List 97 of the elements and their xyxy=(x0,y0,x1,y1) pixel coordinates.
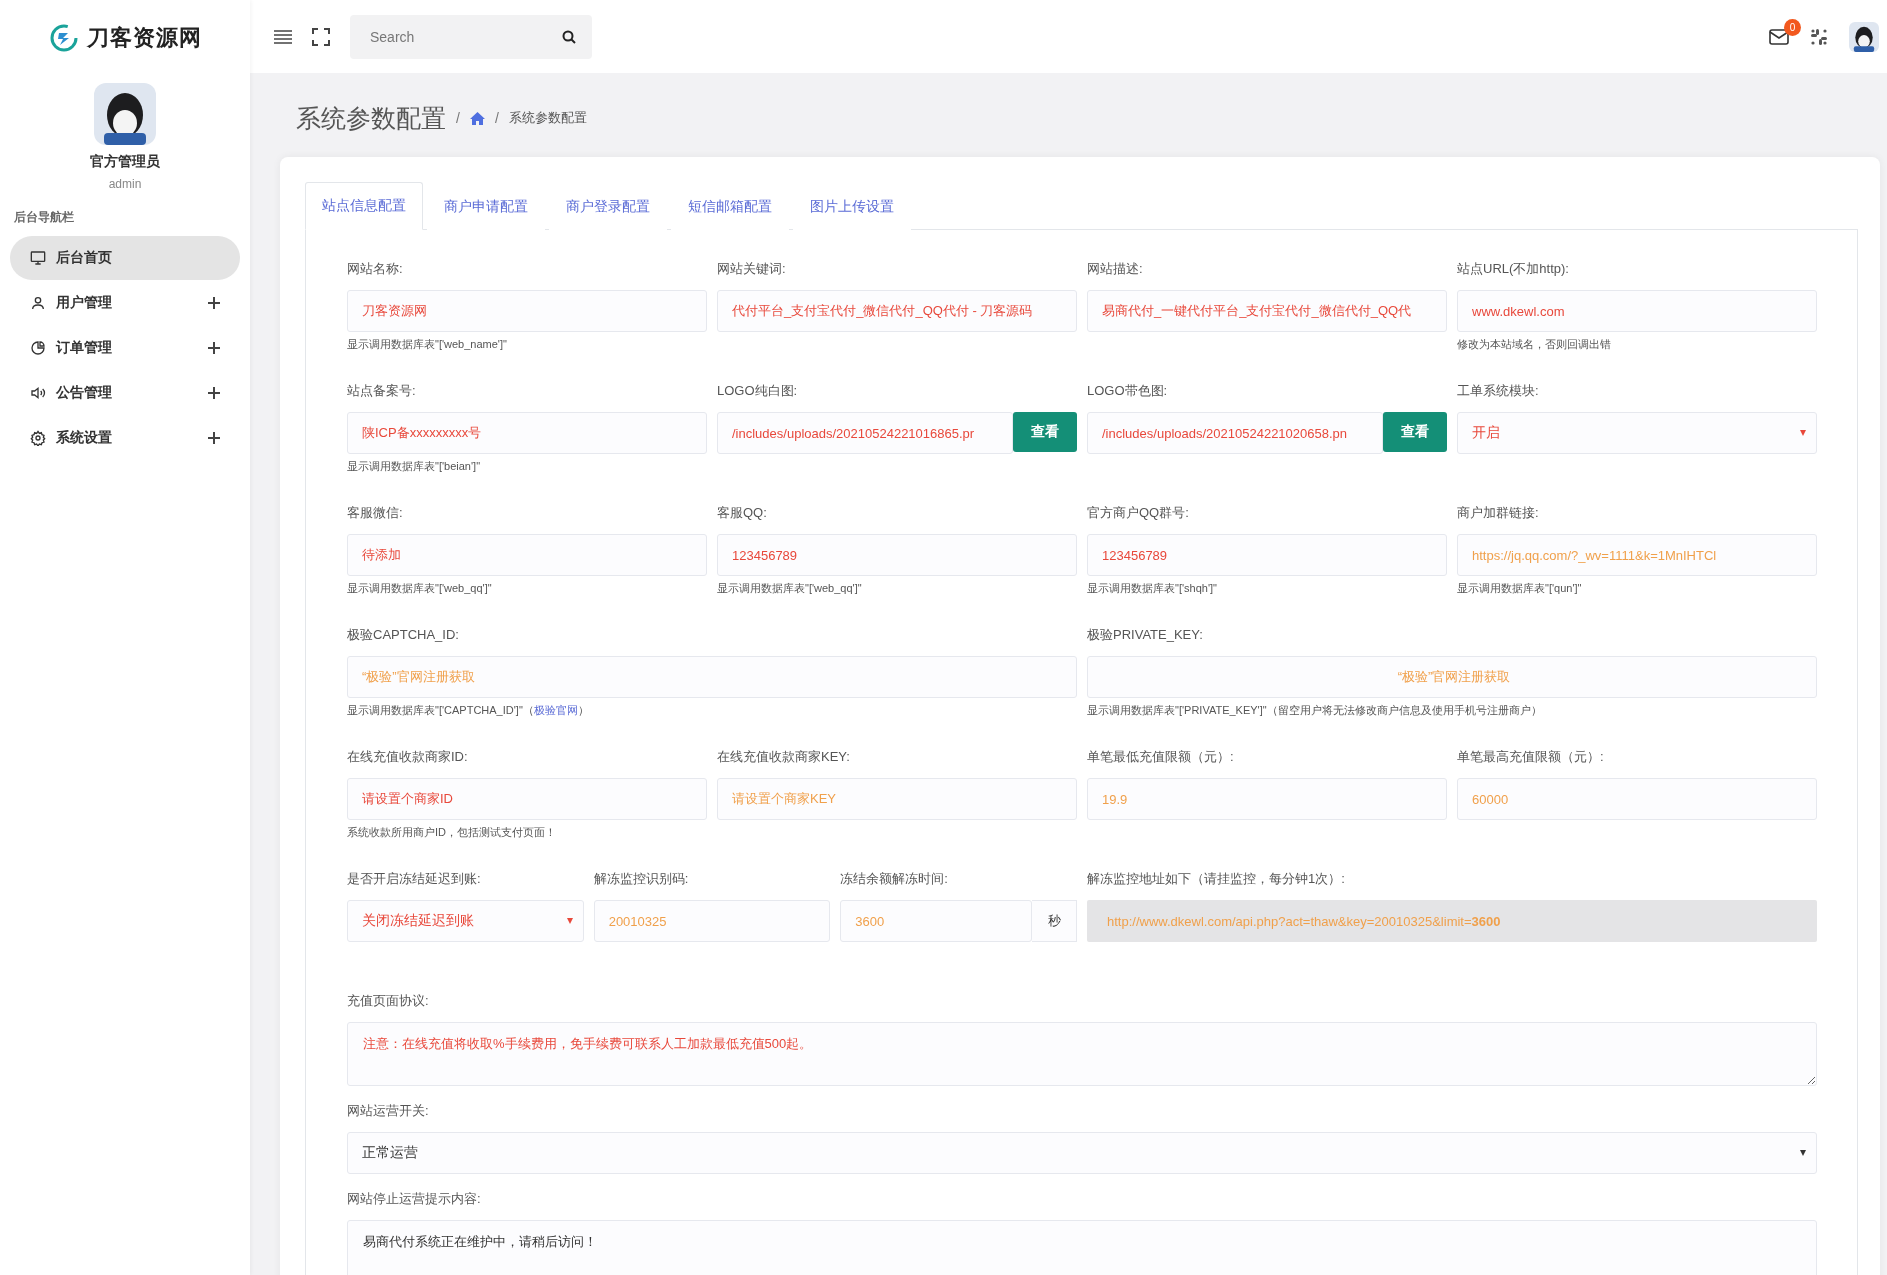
tab[interactable]: 站点信息配置 xyxy=(305,182,423,230)
text-field[interactable]: 待添加 xyxy=(347,534,707,576)
help-text: 显示调用数据库表"['PRIVATE_KEY']"（留空用户将无法修改商户信息及使用手机号注册商户） xyxy=(1087,703,1543,718)
text-field[interactable]: https://jq.qq.com/?_wv=1111&k=1MnIHTCl xyxy=(1457,534,1817,576)
field-label: 客服QQ: xyxy=(717,504,768,522)
user-icon xyxy=(30,295,46,311)
text-field[interactable]: 陕ICP备xxxxxxxxx号 xyxy=(347,412,707,454)
field-label: LOGO纯白图: xyxy=(717,382,799,400)
help-text: 显示调用数据库表"['shqh']" xyxy=(1087,581,1218,596)
text-field[interactable]: 刀客资源网 xyxy=(347,290,707,332)
field-label: 商户加群链接: xyxy=(1457,504,1540,522)
menu-icon[interactable] xyxy=(274,29,292,44)
home-icon[interactable] xyxy=(469,111,485,125)
field-label: 极验CAPTCHA_ID: xyxy=(347,626,460,644)
avatar xyxy=(94,83,156,145)
caret-icon xyxy=(1800,1150,1806,1156)
select-field[interactable]: 正常运营 xyxy=(347,1132,1817,1174)
pie-chart-icon xyxy=(30,340,46,356)
field-label: 工单系统模块: xyxy=(1457,382,1540,400)
field-label: 充值页面协议: xyxy=(347,992,430,1010)
field-label: 客服微信: xyxy=(347,504,404,522)
avatar[interactable] xyxy=(1849,21,1879,52)
nav-item[interactable]: 系统设置 xyxy=(10,416,240,460)
text-field[interactable]: 易商代付_一键代付平台_支付宝代付_微信代付_QQ代 xyxy=(1087,290,1447,332)
nav-item[interactable]: 公告管理 xyxy=(10,371,240,415)
select-field[interactable]: 关闭冻结延迟到账 xyxy=(347,900,584,942)
caret-icon xyxy=(1800,430,1806,436)
monitor-icon xyxy=(30,250,46,266)
help-text: 显示调用数据库表"['web_qq']" xyxy=(717,581,863,596)
user-name: 官方管理员 xyxy=(90,153,160,171)
help-text: 系统收款所用商户ID，包括测试支付页面！ xyxy=(347,825,557,840)
field-label: 网站停止运营提示内容: xyxy=(347,1190,482,1208)
help-text: 显示调用数据库表"['qun']" xyxy=(1457,581,1583,596)
field-label: 站点URL(不加http): xyxy=(1457,260,1570,278)
select-field[interactable]: 开启 xyxy=(1457,412,1817,454)
text-field[interactable]: 123456789 xyxy=(717,534,1077,576)
monitor-url-field: http://www.dkewl.com/api.php?act=thaw&key=20010325&limit=3600 xyxy=(1087,900,1817,942)
user-role: admin xyxy=(108,177,142,191)
field-label: 单笔最高充值限额（元）: xyxy=(1457,748,1605,766)
text-field[interactable]: /includes/uploads/20210524221020658.pn xyxy=(1087,412,1383,454)
text-area[interactable]: 易商代付系统正在维护中，请稍后访问！ xyxy=(347,1220,1817,1275)
field-label: 在线充值收款商家ID: xyxy=(347,748,469,766)
field-label: 极验PRIVATE_KEY: xyxy=(1087,626,1204,644)
nav-item[interactable]: 后台首页 xyxy=(10,236,240,280)
field-label: 解冻监控识别码: xyxy=(593,870,690,888)
text-field[interactable]: 代付平台_支付宝代付_微信代付_QQ代付 - 刀客源码 xyxy=(717,290,1077,332)
page-title: 系统参数配置 xyxy=(296,102,446,134)
search-icon[interactable] xyxy=(562,29,576,44)
view-button[interactable]: 查看 xyxy=(1013,412,1077,452)
fullscreen-icon[interactable] xyxy=(312,27,330,46)
nav-item[interactable]: 订单管理 xyxy=(10,326,240,370)
field-label: 解冻监控地址如下（请挂监控，每分钟1次）: xyxy=(1087,870,1346,888)
text-field[interactable]: 60000 xyxy=(1457,778,1817,820)
field-label: 官方商户QQ群号: xyxy=(1087,504,1190,522)
field-label: 网站关键词: xyxy=(717,260,787,278)
help-text: 显示调用数据库表"['web_qq']" xyxy=(347,581,493,596)
field-label: 站点备案号: xyxy=(347,382,417,400)
help-text: 显示调用数据库表"['web_name']" xyxy=(347,337,508,352)
field-label: 在线充值收款商家KEY: xyxy=(717,748,851,766)
field-label: 冻结余额解冻时间: xyxy=(840,870,949,888)
help-text: 显示调用数据库表"['CAPTCHA_ID']"（极验官网） xyxy=(347,703,590,718)
unit-addon: 秒 xyxy=(1032,900,1077,942)
help-text: 显示调用数据库表"['beian']" xyxy=(347,459,482,474)
search-field[interactable]: Search xyxy=(350,14,592,59)
field-label: 网站描述: xyxy=(1087,260,1144,278)
view-button[interactable]: 查看 xyxy=(1383,412,1447,452)
speaker-icon xyxy=(30,385,46,401)
field-label: LOGO带色图: xyxy=(1087,382,1169,400)
caret-icon xyxy=(566,918,573,924)
text-field[interactable]: 123456789 xyxy=(1087,534,1447,576)
text-field[interactable]: www.dkewl.com xyxy=(1457,290,1817,332)
text-field[interactable]: 请设置个商家KEY xyxy=(717,778,1077,820)
text-field[interactable]: “极验”官网注册获取 xyxy=(1087,656,1817,698)
logo-icon xyxy=(48,22,79,53)
breadcrumb-current: 系统参数配置 xyxy=(508,109,587,127)
breadcrumb-separator: / xyxy=(494,110,499,126)
notification-badge: 0 xyxy=(1784,18,1801,36)
help-link[interactable]: 极验官网 xyxy=(533,704,578,716)
apps-icon[interactable] xyxy=(1809,26,1829,47)
field-label: 单笔最低充值限额（元）: xyxy=(1087,748,1235,766)
text-field[interactable]: /includes/uploads/20210524221016865.pr xyxy=(717,412,1013,454)
text-field[interactable]: “极验”官网注册获取 xyxy=(347,656,1077,698)
breadcrumb-separator: / xyxy=(456,110,460,126)
text-area[interactable]: 注意：在线充值将收取%手续费用，免手续费可联系人工加款最低充值500起。 xyxy=(347,1022,1817,1086)
nav-heading: 后台导航栏 xyxy=(14,209,75,226)
help-text: 修改为本站域名，否则回调出错 xyxy=(1457,337,1612,352)
text-field[interactable]: 3600 xyxy=(840,900,1032,942)
text-field[interactable]: 19.9 xyxy=(1087,778,1447,820)
nav-item[interactable]: 用户管理 xyxy=(10,281,240,325)
text-field[interactable]: 20010325 xyxy=(593,900,831,942)
brand-name: 刀客资源网 xyxy=(86,23,202,52)
mail-icon[interactable] xyxy=(1769,28,1789,45)
text-field[interactable]: 请设置个商家ID xyxy=(347,778,707,820)
settings-icon xyxy=(30,430,46,446)
field-label: 网站运营开关: xyxy=(347,1102,430,1120)
field-label: 是否开启冻结延迟到账: xyxy=(347,870,482,888)
field-label: 网站名称: xyxy=(347,260,404,278)
